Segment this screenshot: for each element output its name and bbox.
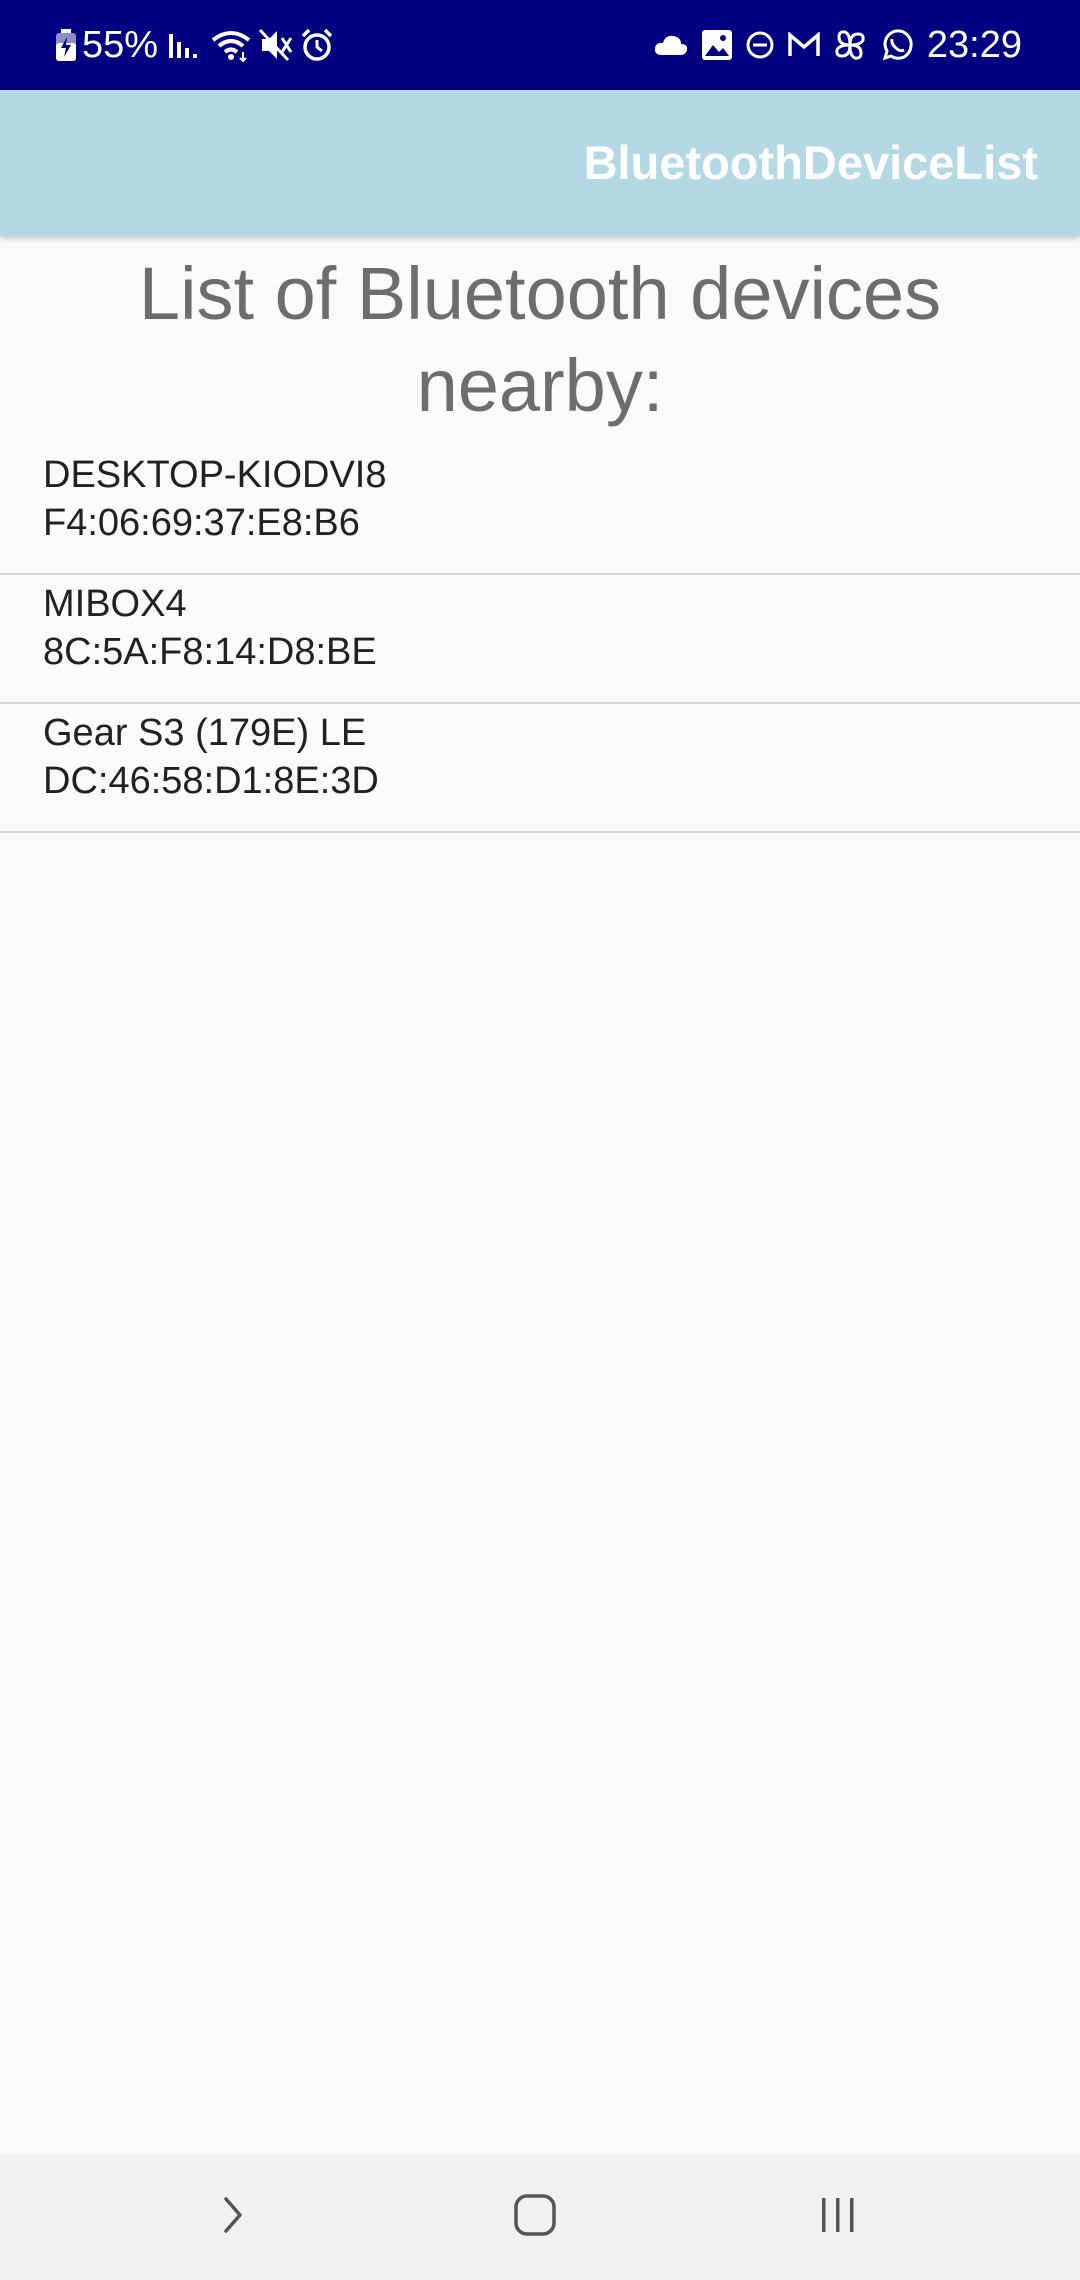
navigation-bar	[0, 2154, 1080, 2280]
device-list-item[interactable]: MIBOX4 8C:5A:F8:14:D8:BE	[0, 575, 1080, 704]
pinwheel-icon	[833, 28, 867, 62]
app-bar: BluetoothDeviceList	[0, 90, 1080, 236]
back-button[interactable]	[163, 2154, 303, 2280]
status-bar-left: 55%	[54, 0, 334, 90]
status-bar-right: 23:29	[653, 0, 1022, 90]
battery-percent: 55%	[82, 24, 159, 66]
home-icon	[512, 2192, 558, 2243]
battery-charging-icon	[54, 28, 78, 62]
device-list-item[interactable]: DESKTOP-KIODVI8 F4:06:69:37:E8:B6	[0, 446, 1080, 575]
whatsapp-icon	[879, 27, 915, 63]
device-list-item[interactable]: Gear S3 (179E) LE DC:46:58:D1:8E:3D	[0, 704, 1080, 833]
gallery-icon	[701, 29, 733, 61]
cloud-icon	[653, 33, 689, 57]
device-address: 8C:5A:F8:14:D8:BE	[43, 631, 377, 673]
recents-icon	[817, 2194, 859, 2241]
wifi-icon	[210, 28, 252, 62]
page-heading: List of Bluetooth devices nearby:	[138, 252, 942, 427]
back-icon	[218, 2193, 248, 2242]
recents-button[interactable]	[768, 2154, 908, 2280]
app-title: BluetoothDeviceList	[583, 136, 1038, 189]
device-address: F4:06:69:37:E8:B6	[43, 502, 360, 544]
signal-icon	[168, 30, 202, 60]
clock: 23:29	[926, 24, 1022, 66]
gmail-icon	[787, 32, 821, 58]
device-address: DC:46:58:D1:8E:3D	[43, 760, 379, 802]
alarm-icon	[300, 28, 334, 62]
device-name: Gear S3 (179E) LE	[43, 712, 367, 754]
do-not-disturb-icon	[745, 30, 775, 60]
device-name: DESKTOP-KIODVI8	[43, 454, 387, 496]
status-bar: 55% 23:29	[0, 0, 1080, 90]
home-button[interactable]	[465, 2154, 605, 2280]
device-list: DESKTOP-KIODVI8 F4:06:69:37:E8:B6 MIBOX4…	[0, 446, 1080, 833]
device-name: MIBOX4	[43, 583, 187, 625]
mute-icon	[258, 28, 294, 62]
